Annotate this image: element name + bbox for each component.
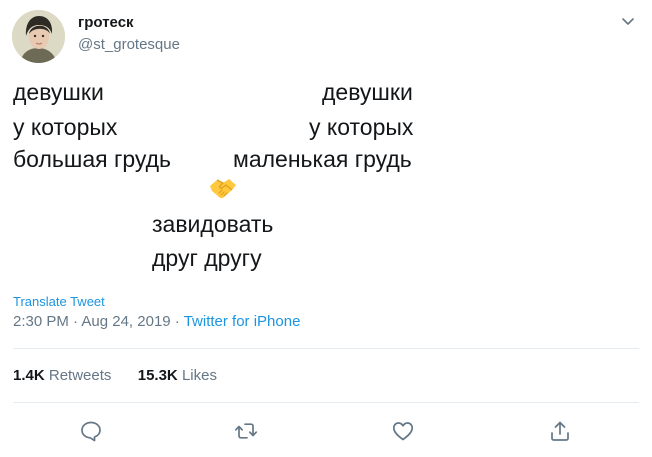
translate-tweet-link[interactable]: Translate Tweet bbox=[13, 294, 105, 309]
retweet-icon[interactable] bbox=[234, 419, 258, 443]
meta-separator: · bbox=[68, 313, 82, 330]
tweet-text-line: девушки bbox=[13, 79, 104, 105]
tweet-time[interactable]: 2:30 PM bbox=[13, 313, 69, 330]
likes-label: Likes bbox=[181, 367, 217, 384]
tweet-text-line: друг другу bbox=[152, 245, 262, 271]
user-handle[interactable]: @st_grotesque bbox=[78, 36, 180, 53]
heart-icon[interactable] bbox=[391, 419, 415, 443]
handshake-emoji bbox=[208, 174, 238, 202]
likes-count: 15.3K bbox=[137, 367, 178, 384]
tweet-text-line: у которых bbox=[309, 114, 414, 140]
divider bbox=[13, 402, 639, 403]
display-name[interactable]: гротеск bbox=[78, 14, 134, 31]
retweets-count: 1.4K bbox=[13, 367, 45, 384]
avatar[interactable] bbox=[12, 10, 65, 63]
divider bbox=[13, 348, 639, 349]
tweet-meta: 2:30 PM · Aug 24, 2019 · Twitter for iPh… bbox=[13, 313, 300, 330]
retweets-stat[interactable]: 1.4K Retweets bbox=[13, 367, 111, 384]
likes-stat[interactable]: 15.3K Likes bbox=[138, 367, 217, 384]
retweets-label: Retweets bbox=[48, 367, 112, 384]
share-icon[interactable] bbox=[548, 419, 572, 443]
tweet-text-line: у которых bbox=[13, 114, 118, 140]
tweet-date[interactable]: Aug 24, 2019 bbox=[81, 313, 170, 330]
tweet-card: гротеск @st_grotesque девушки у которых … bbox=[0, 0, 652, 457]
tweet-source-link[interactable]: Twitter for iPhone bbox=[184, 313, 301, 330]
tweet-text-line: большая грудь bbox=[13, 146, 172, 172]
tweet-text-line: маленькая грудь bbox=[233, 146, 412, 172]
tweet-text-line: девушки bbox=[322, 79, 413, 105]
reply-icon[interactable] bbox=[79, 419, 103, 443]
meta-separator: · bbox=[170, 313, 184, 330]
tweet-stats: 1.4K Retweets 15.3K Likes bbox=[13, 367, 217, 384]
tweet-text-line: завидовать bbox=[152, 211, 274, 237]
chevron-down-icon[interactable] bbox=[620, 13, 636, 29]
